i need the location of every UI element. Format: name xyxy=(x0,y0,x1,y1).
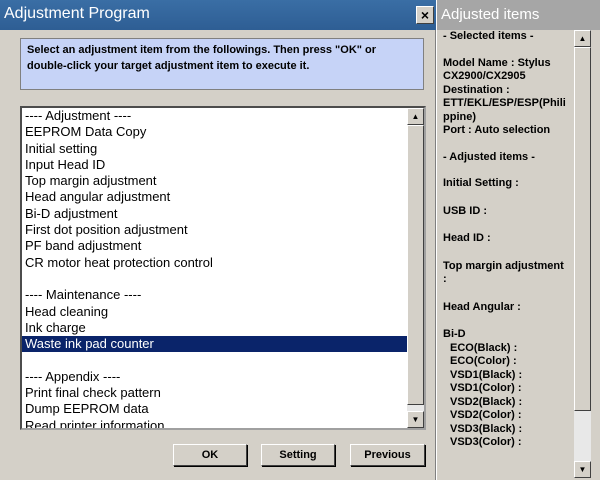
title-bar[interactable]: Adjustment Program × xyxy=(0,0,436,30)
list-item[interactable]: PF band adjustment xyxy=(22,238,408,254)
previous-button[interactable]: Previous xyxy=(350,444,425,466)
list-items: ---- Adjustment ---- EEPROM Data Copy Init… xyxy=(22,108,408,428)
bid-item: ECO(Black) : xyxy=(450,341,518,354)
bid-item: VSD3(Color) : xyxy=(450,436,522,448)
panel-title: Adjusted items xyxy=(441,6,540,23)
list-item[interactable] xyxy=(22,352,408,368)
bid-item: VSD1(Black) : xyxy=(450,368,523,381)
window-title: Adjustment Program xyxy=(4,5,150,22)
model-value: CX2900/CX2905 xyxy=(443,70,526,82)
destination-value-cont: ppine) xyxy=(443,110,476,123)
scroll-thumb[interactable] xyxy=(407,125,424,405)
panel-scrollbar[interactable]: ▲ ▼ xyxy=(574,30,591,478)
panel-title-bar: Adjusted items xyxy=(437,0,600,30)
list-item[interactable]: CR motor heat protection control xyxy=(22,255,408,271)
list-item[interactable]: Waste ink pad counter xyxy=(22,336,408,353)
list-scrollbar[interactable]: ▲ ▼ xyxy=(407,108,424,428)
list-item[interactable]: First dot position adjustment xyxy=(22,222,408,238)
adjustment-list[interactable]: ---- Adjustment ---- EEPROM Data Copy Init… xyxy=(20,106,426,430)
bid-items: ECO(Black) : ECO(Color) : VSD1(Black) : VSD… xyxy=(443,342,575,450)
list-item[interactable]: ---- Adjustment ---- xyxy=(22,108,408,124)
panel-content: - Selected items - Model Name : Stylus C… xyxy=(443,30,575,450)
model-name: Model Name : Stylus xyxy=(443,56,551,69)
scroll-down-button[interactable]: ▼ xyxy=(407,411,424,428)
panel-scroll-down-button[interactable]: ▼ xyxy=(574,461,591,478)
bid-item: VSD2(Color) : xyxy=(450,409,522,421)
bid-item: VSD2(Black) : xyxy=(450,395,523,408)
destination-label: Destination : xyxy=(443,83,510,96)
close-button[interactable]: × xyxy=(416,6,434,24)
adjusted-items-header: - Adjusted items - xyxy=(443,150,535,163)
list-item[interactable]: Initial setting xyxy=(22,141,408,157)
list-item[interactable]: Head angular adjustment xyxy=(22,189,408,205)
list-item[interactable]: Ink charge xyxy=(22,320,408,336)
list-item[interactable]: Head cleaning xyxy=(22,304,408,320)
list-item[interactable]: Top margin adjustment xyxy=(22,173,408,189)
usb-id-label: USB ID : xyxy=(443,204,487,217)
top-margin-label: Top margin adjustment xyxy=(443,259,564,272)
list-item[interactable]: ---- Maintenance ---- xyxy=(22,287,408,303)
bid-item: VSD1(Color) : xyxy=(450,382,522,394)
list-item[interactable]: ---- Appendix ---- xyxy=(22,369,408,385)
list-item[interactable] xyxy=(22,271,408,287)
bid-item: ECO(Color) : xyxy=(450,355,517,367)
list-item[interactable]: Bi-D adjustment xyxy=(22,206,408,222)
list-item[interactable]: EEPROM Data Copy xyxy=(22,124,408,140)
port: Port : Auto selection xyxy=(443,124,551,136)
head-id-label: Head ID : xyxy=(443,232,491,244)
list-item[interactable]: Input Head ID xyxy=(22,157,408,173)
list-item[interactable]: Print final check pattern xyxy=(22,385,408,401)
adjusted-items-panel: Adjusted items - Selected items - Model … xyxy=(437,0,600,480)
initial-setting-label: Initial Setting : xyxy=(443,177,519,189)
adjustment-program-window: Adjustment Program × Select an adjustmen… xyxy=(0,0,436,480)
selected-items-header: - Selected items - xyxy=(443,30,534,42)
setting-button[interactable]: Setting xyxy=(261,444,335,466)
bid-item: VSD3(Black) : xyxy=(450,422,523,435)
panel-scroll-up-button[interactable]: ▲ xyxy=(574,30,591,47)
destination-value: ETT/EKL/ESP/ESP(Phili xyxy=(443,97,566,109)
list-item[interactable]: Read printer information xyxy=(22,418,408,428)
bid-label: Bi-D xyxy=(443,328,466,340)
list-item[interactable]: Dump EEPROM data xyxy=(22,401,408,417)
scroll-up-button[interactable]: ▲ xyxy=(407,108,424,125)
instruction-text: Select an adjustment item from the follo… xyxy=(20,38,424,90)
ok-button[interactable]: OK xyxy=(173,444,247,466)
top-margin-colon: : xyxy=(443,273,447,285)
panel-scroll-thumb[interactable] xyxy=(574,47,591,411)
head-angular-label: Head Angular : xyxy=(443,300,521,313)
